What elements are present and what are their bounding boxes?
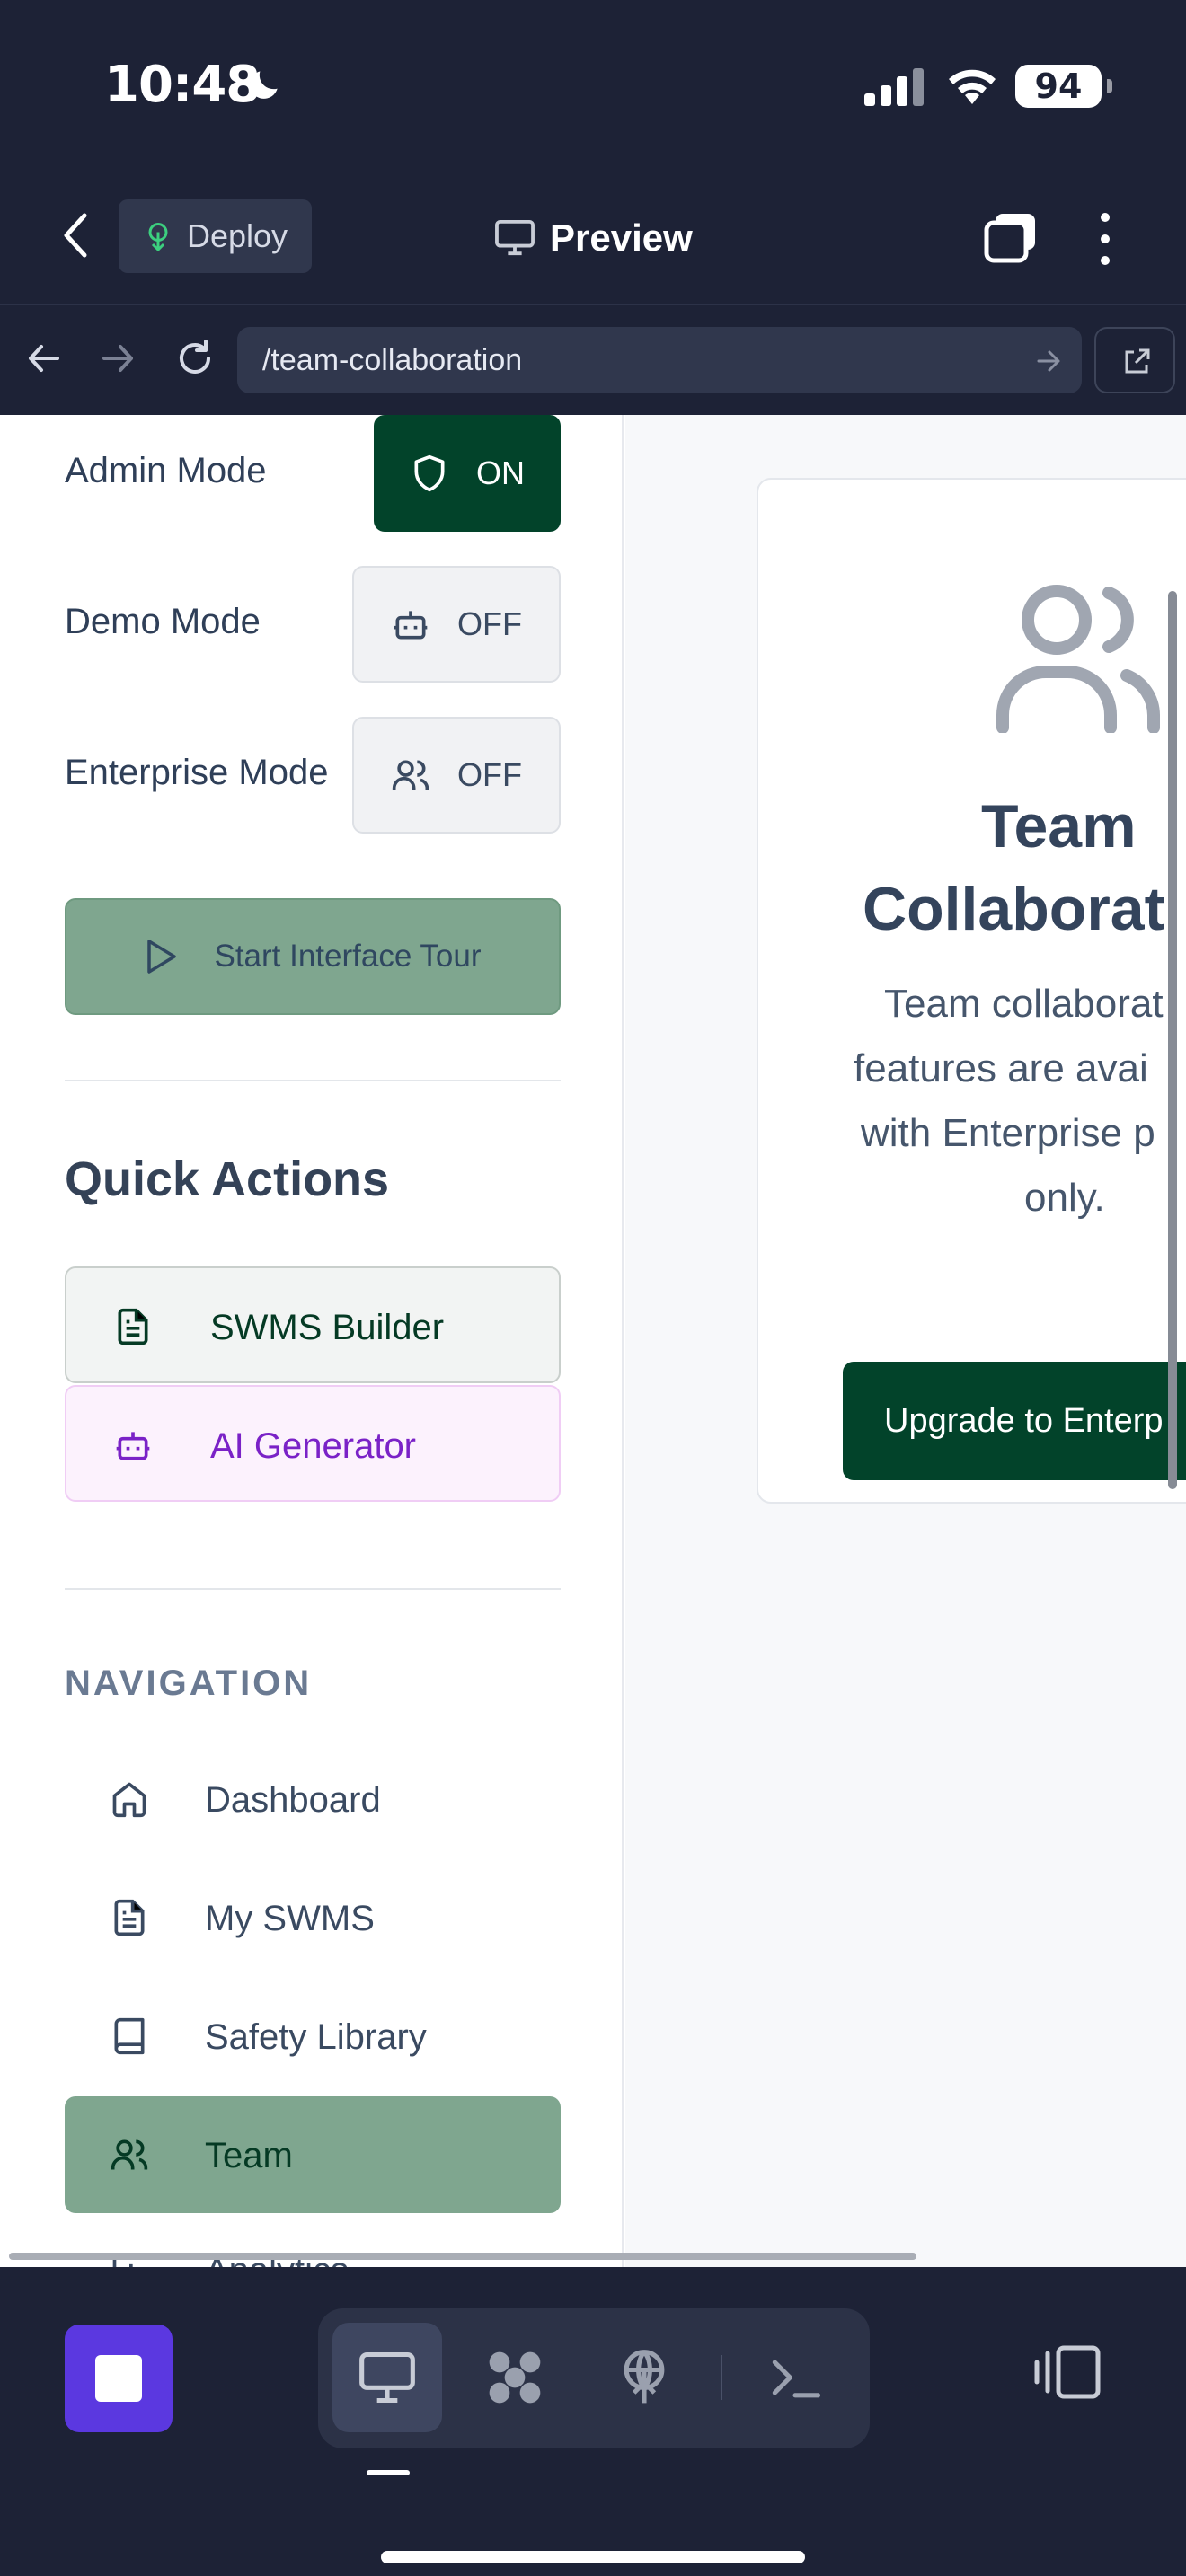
deploy-icon <box>148 223 168 252</box>
desktop-view-button[interactable] <box>332 2323 442 2432</box>
bottom-toolbar <box>0 2267 1186 2576</box>
deploy-label: Deploy <box>187 217 288 254</box>
swms-builder-label: SWMS Builder <box>210 1308 445 1347</box>
external-link-icon <box>1125 348 1150 374</box>
enterprise-mode-label: Enterprise Mode <box>65 753 329 792</box>
enterprise-mode-toggle[interactable]: OFF <box>352 717 561 834</box>
demo-mode-row: Demo Mode OFF <box>65 566 561 683</box>
quick-actions-title: Quick Actions <box>65 1152 390 1206</box>
back-chevron-icon[interactable] <box>56 208 95 262</box>
side-panel-icon[interactable] <box>1033 2342 1102 2402</box>
card-title: Team Collaborat <box>758 785 1186 950</box>
enterprise-mode-row: Enterprise Mode OFF <box>65 717 561 834</box>
card-text-line: Team collaborat <box>884 982 1164 1026</box>
file-text-icon <box>118 1308 148 1345</box>
workflow-view-button[interactable] <box>460 2323 570 2432</box>
wifi-icon <box>949 69 996 104</box>
active-view-indicator <box>367 2470 410 2475</box>
status-bar: 10:48 94 <box>0 0 1186 171</box>
nav-item-team[interactable]: Team <box>65 2096 561 2213</box>
users-icon <box>111 2139 148 2170</box>
deploy-button[interactable]: Deploy <box>119 199 312 273</box>
nodes-icon <box>489 2351 541 2404</box>
start-tour-button[interactable]: Start Interface Tour <box>65 898 561 1015</box>
moon-icon <box>250 71 278 99</box>
stop-button[interactable] <box>65 2325 173 2432</box>
sidebar: Admin Mode ON Demo Mode OFF Enterprise M… <box>0 415 624 2267</box>
view-switcher <box>318 2308 870 2448</box>
card-description: Team collaborat features are avai with E… <box>854 972 1186 1231</box>
nav-item-label: Dashboard <box>205 1780 381 1820</box>
browser-forward-icon[interactable] <box>95 336 140 381</box>
browser-url-bar: /team-collaboration <box>0 305 1186 415</box>
demo-mode-toggle[interactable]: OFF <box>352 566 561 683</box>
admin-mode-state: ON <box>476 454 525 491</box>
terminal-icon <box>772 2360 821 2398</box>
file-text-icon <box>114 1899 145 1936</box>
users-icon <box>392 760 429 790</box>
nav-item-label: Safety Library <box>205 2017 427 2057</box>
card-title-line: Collaborat <box>863 875 1165 943</box>
url-field[interactable]: /team-collaboration <box>237 327 1082 393</box>
upgrade-button[interactable]: Upgrade to Enterp <box>843 1362 1186 1480</box>
navigation-heading: NAVIGATION <box>65 1663 313 1703</box>
console-view-button[interactable] <box>740 2323 850 2432</box>
card-title-line: Team <box>981 792 1137 860</box>
bot-icon <box>116 1432 150 1460</box>
main-content: Team Collaborat Team collaborat features… <box>625 415 1186 2267</box>
nav-item-label: My SWMS <box>205 1899 375 1938</box>
open-external-button[interactable] <box>1094 327 1175 393</box>
bot-icon <box>394 611 428 640</box>
home-icon <box>112 1782 146 1818</box>
nav-item-label: Team <box>205 2136 293 2175</box>
shield-icon <box>414 454 445 492</box>
book-icon <box>114 2017 145 2055</box>
demo-mode-state: OFF <box>457 605 522 642</box>
app-toolbar: Deploy Preview <box>0 171 1186 305</box>
enterprise-mode-state: OFF <box>457 756 522 793</box>
monitor-icon <box>495 219 535 256</box>
nav-item-my-swms[interactable]: My SWMS <box>65 1859 561 1976</box>
ai-generator-label: AI Generator <box>210 1426 417 1466</box>
deploy-icon <box>624 2350 665 2404</box>
admin-mode-toggle[interactable]: ON <box>374 415 561 532</box>
card-text-line: only. <box>1024 1176 1105 1220</box>
deploy-view-button[interactable] <box>589 2323 699 2432</box>
users-icon <box>996 585 1160 733</box>
more-options-icon[interactable] <box>1087 210 1123 268</box>
clock: 10:48 <box>104 56 261 114</box>
play-icon <box>147 940 177 974</box>
admin-mode-label: Admin Mode <box>65 451 267 490</box>
horizontal-scrollbar[interactable] <box>9 2253 916 2260</box>
start-tour-label: Start Interface Tour <box>214 939 482 974</box>
card-text-line: with Enterprise p <box>861 1111 1155 1155</box>
cellular-signal-icon <box>864 68 924 106</box>
dock-separator <box>721 2355 722 2400</box>
ai-generator-button[interactable]: AI Generator <box>65 1385 561 1502</box>
monitor-icon <box>359 2351 415 2404</box>
upgrade-card: Team Collaborat Team collaborat features… <box>757 478 1186 1504</box>
preview-label: Preview <box>550 216 693 259</box>
reload-icon[interactable] <box>173 336 217 381</box>
vertical-scrollbar[interactable] <box>1168 591 1177 1489</box>
url-text: /team-collaboration <box>262 343 523 377</box>
battery-indicator: 94 <box>1015 65 1112 108</box>
demo-mode-label: Demo Mode <box>65 602 261 641</box>
go-arrow-icon[interactable] <box>1035 348 1062 374</box>
admin-mode-row: Admin Mode ON <box>65 415 561 532</box>
preview-title: Preview <box>494 207 693 269</box>
card-text-line: features are avai <box>854 1046 1148 1090</box>
tabs-icon[interactable] <box>983 210 1039 264</box>
app-viewport: Admin Mode ON Demo Mode OFF Enterprise M… <box>0 415 1186 2267</box>
home-indicator <box>381 2551 805 2563</box>
browser-back-icon[interactable] <box>22 336 66 381</box>
nav-item-dashboard[interactable]: Dashboard <box>65 1741 561 1857</box>
swms-builder-button[interactable]: SWMS Builder <box>65 1266 561 1383</box>
divider <box>65 1080 561 1081</box>
stop-icon <box>95 2355 142 2402</box>
divider <box>65 1588 561 1590</box>
nav-item-safety-library[interactable]: Safety Library <box>65 1978 561 2095</box>
